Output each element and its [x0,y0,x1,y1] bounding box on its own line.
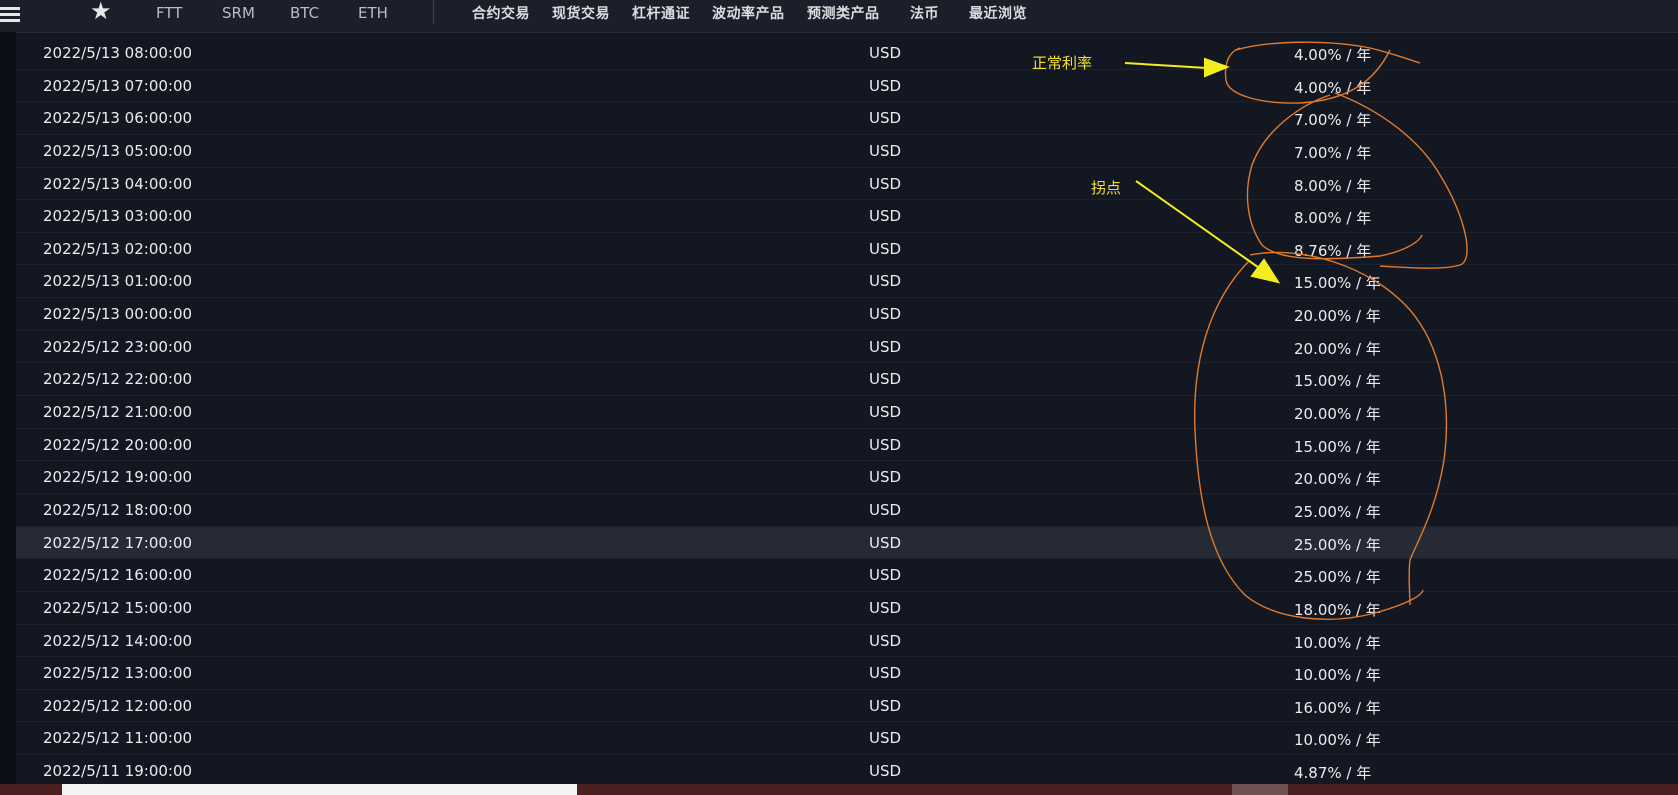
arrow-normal-rate-head [1204,57,1230,78]
circle-normal-rate [1224,41,1421,104]
circle-inflection-top [1246,92,1468,269]
circle-high-rates [1193,251,1448,620]
arrow-inflection-head [1250,258,1281,284]
arrow-inflection-shaft [1135,180,1263,271]
annotation-overlay [1124,41,1468,620]
arrow-normal-rate-shaft [1124,62,1208,69]
